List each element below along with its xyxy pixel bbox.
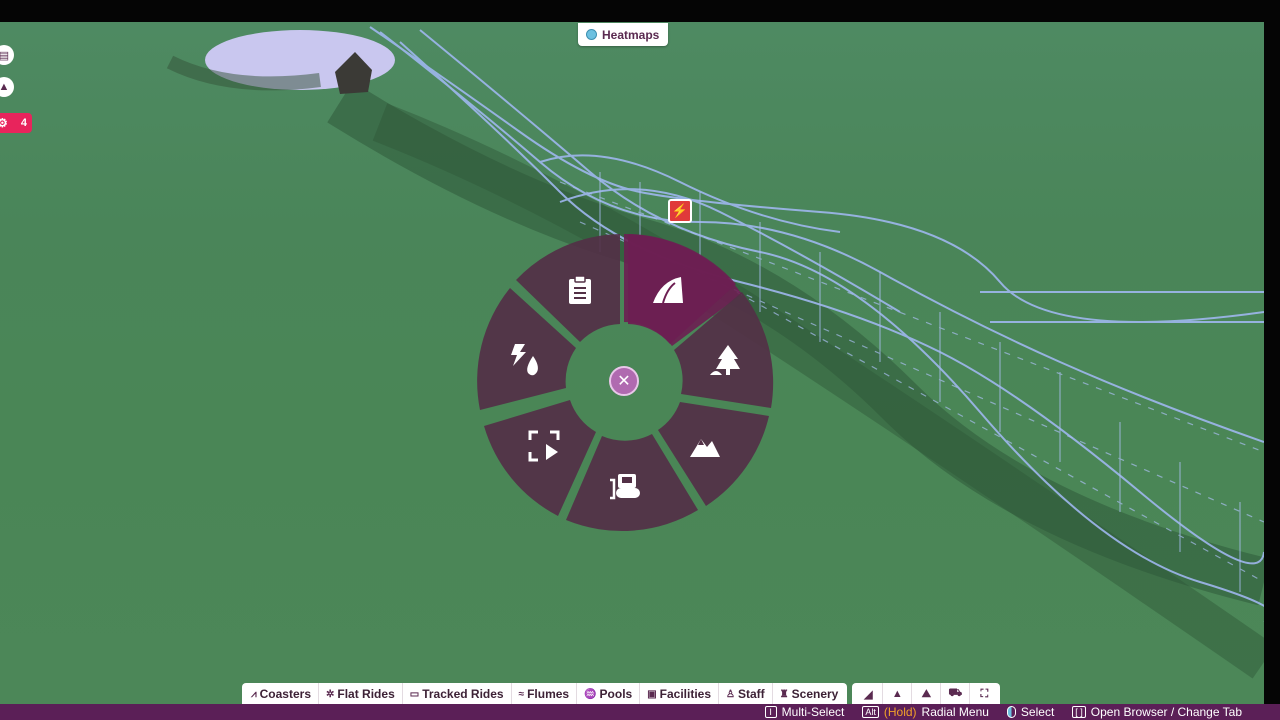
terrain-mountain-icon[interactable]: ⛰ bbox=[912, 683, 942, 705]
gear-icon: ⚙ bbox=[0, 116, 8, 130]
clipboard-icon[interactable] bbox=[560, 270, 600, 310]
tab-label: Scenery bbox=[791, 687, 839, 701]
pool-icon: ♒ bbox=[584, 688, 597, 700]
hint-open-browser: [ ] Open Browser / Change Tab bbox=[1072, 705, 1242, 719]
alert-badge[interactable]: ⚙ 4 bbox=[0, 113, 32, 133]
build-category-tabs: ⩘ Coasters ✲ Flat Rides ▭ Tracked Rides ≈ Fl… bbox=[242, 683, 1001, 705]
tab-label: Flat Rides bbox=[337, 687, 395, 701]
tab-facilities[interactable]: ▣ Facilities bbox=[640, 683, 720, 705]
terrain-mountain-icon[interactable] bbox=[685, 426, 725, 466]
hint-select: Select bbox=[1006, 705, 1055, 719]
tab-label: Facilities bbox=[659, 687, 712, 701]
flat-ride-icon: ✲ bbox=[326, 688, 335, 700]
key-icon: [ ] bbox=[1072, 706, 1086, 718]
utilities-power-water-icon[interactable] bbox=[505, 340, 545, 380]
flume-icon: ≈ bbox=[518, 688, 525, 700]
staff-icon: ♙ bbox=[726, 688, 735, 700]
tab-label: Flumes bbox=[527, 687, 570, 701]
tab-label: Pools bbox=[599, 687, 633, 701]
hint-radial-menu: Alt (Hold) Radial Menu bbox=[862, 705, 989, 719]
close-icon[interactable]: ✕ bbox=[609, 366, 639, 396]
path-icon[interactable]: ◢ bbox=[854, 683, 884, 705]
tab-scenery[interactable]: ♜ Scenery bbox=[773, 683, 846, 705]
park-viewport[interactable] bbox=[0, 22, 1264, 704]
tab-flat-rides[interactable]: ✲ Flat Rides bbox=[319, 683, 403, 705]
hint-label: Multi-Select bbox=[781, 705, 845, 719]
facility-icon: ▣ bbox=[647, 688, 657, 700]
hint-label: Open Browser / Change Tab bbox=[1090, 705, 1242, 719]
tool-tab-group: ◢ ▲ ⛰ ⛟ ⛶ bbox=[852, 683, 1001, 705]
hint-label: Radial Menu bbox=[921, 705, 989, 719]
ride-broken-icon[interactable]: ⚡ bbox=[668, 199, 692, 223]
tab-flumes[interactable]: ≈ Flumes bbox=[512, 683, 578, 705]
tab-label: Staff bbox=[738, 687, 765, 701]
category-tab-group: ⩘ Coasters ✲ Flat Rides ▭ Tracked Rides ≈ Fl… bbox=[242, 683, 848, 705]
hint-multi-select: I Multi-Select bbox=[764, 705, 845, 719]
blueprint-select-icon[interactable] bbox=[524, 426, 564, 466]
tab-staff[interactable]: ♙ Staff bbox=[719, 683, 773, 705]
tab-pools[interactable]: ♒ Pools bbox=[577, 683, 641, 705]
path-icon[interactable] bbox=[648, 270, 688, 310]
key-icon: I bbox=[764, 706, 777, 718]
hint-label: Select bbox=[1020, 705, 1055, 719]
bulldozer-icon[interactable] bbox=[605, 465, 645, 505]
tree-icon[interactable] bbox=[705, 340, 745, 380]
blueprint-select-icon[interactable]: ⛶ bbox=[970, 683, 998, 705]
letterbox-top bbox=[0, 0, 1280, 22]
letterbox-right bbox=[1264, 22, 1280, 720]
heatmaps-label: Heatmaps bbox=[602, 27, 660, 42]
bulldozer-icon[interactable]: ⛟ bbox=[941, 683, 971, 705]
key-icon: Alt bbox=[862, 706, 879, 718]
coaster-scene bbox=[166, 26, 1264, 679]
mouse-left-icon bbox=[1006, 706, 1016, 718]
coaster-icon: ⩘ bbox=[251, 688, 257, 700]
tab-coasters[interactable]: ⩘ Coasters bbox=[244, 683, 319, 705]
heatmaps-toggle[interactable]: Heatmaps bbox=[578, 23, 669, 46]
heatmap-icon bbox=[586, 29, 597, 40]
tab-label: Tracked Rides bbox=[422, 687, 504, 701]
tree-icon[interactable]: ▲ bbox=[883, 683, 913, 705]
hint-modifier: (Hold) bbox=[883, 705, 917, 719]
scenery-icon: ♜ bbox=[779, 688, 789, 700]
alert-count: 4 bbox=[20, 117, 27, 129]
tab-label: Coasters bbox=[259, 687, 311, 701]
tab-tracked-rides[interactable]: ▭ Tracked Rides bbox=[403, 683, 512, 705]
tracked-ride-icon: ▭ bbox=[409, 688, 420, 700]
controls-hint-bar: I Multi-Select Alt (Hold) Radial Menu Se… bbox=[0, 704, 1280, 720]
